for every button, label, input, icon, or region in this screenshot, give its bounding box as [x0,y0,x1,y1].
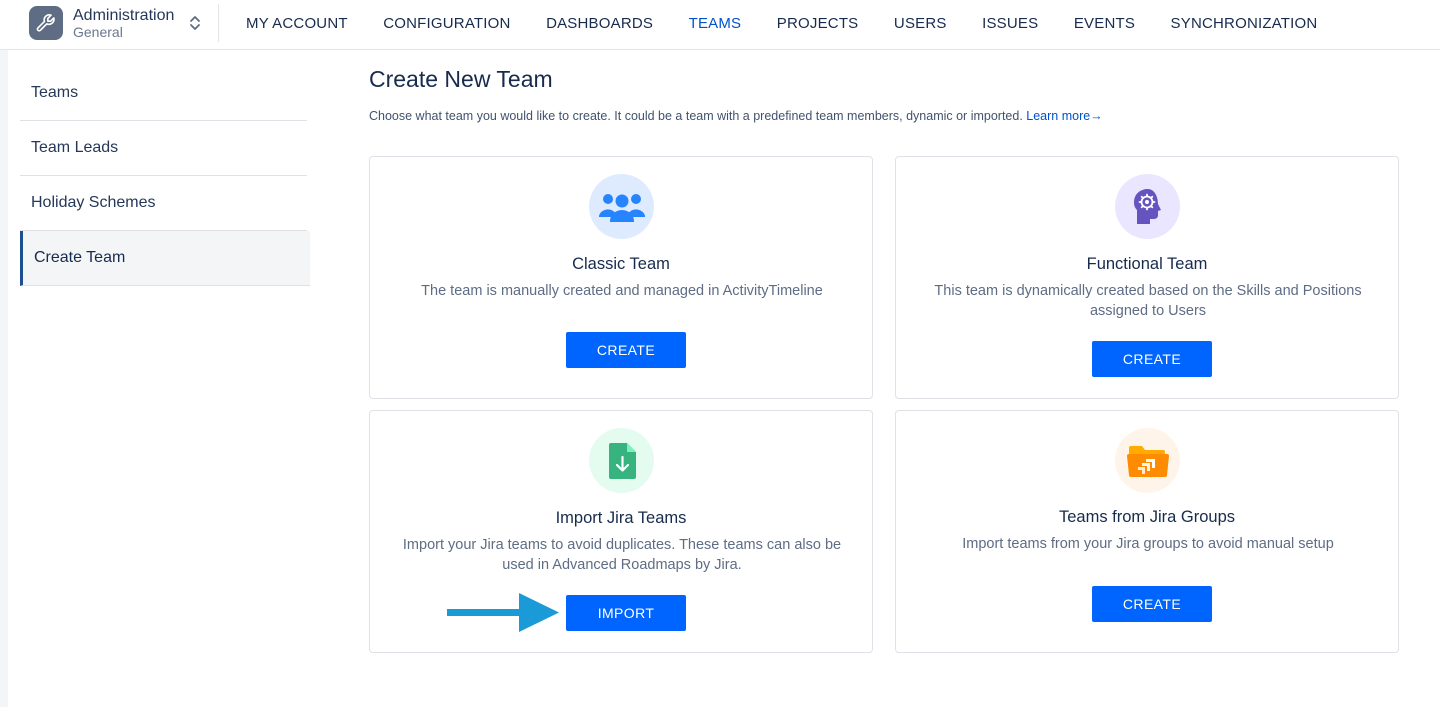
create-classic-team-button[interactable]: CREATE [566,332,686,368]
window-edge [0,0,8,707]
sidebar-item-teams[interactable]: Teams [20,66,307,121]
sidebar-item-team-leads[interactable]: Team Leads [20,121,307,176]
nav-synchronization[interactable]: SYNCHRONIZATION [1171,15,1318,32]
jira-folder-icon [1115,428,1180,493]
sidebar-item-holiday-schemes[interactable]: Holiday Schemes [20,176,307,231]
page-description-text: Choose what team you would like to creat… [369,109,1027,123]
import-jira-teams-button[interactable]: IMPORT [566,595,686,631]
arrow-right-icon [447,593,559,632]
classic-team-card: Classic Team The team is manually create… [369,156,873,399]
chevron-updown-icon[interactable] [188,13,202,33]
page-title: Create New Team [369,66,553,92]
learn-more-link[interactable]: Learn more→ [1026,109,1102,123]
wrench-icon [29,6,63,40]
teams-from-jira-groups-card: Teams from Jira Groups Import teams from… [895,410,1399,653]
functional-team-card: Functional Team This team is dynamically… [895,156,1399,399]
card-description: The team is manually created and managed… [421,283,823,299]
import-jira-teams-card: Import Jira Teams Import your Jira teams… [369,410,873,653]
nav-projects[interactable]: PROJECTS [777,15,859,32]
users-group-icon [589,174,654,239]
nav-users[interactable]: USERS [894,15,947,32]
nav-issues[interactable]: ISSUES [982,15,1038,32]
nav-events[interactable]: EVENTS [1074,15,1135,32]
card-title: Teams from Jira Groups [1058,508,1236,526]
nav-configuration[interactable]: CONFIGURATION [383,15,510,32]
create-jira-groups-team-button[interactable]: CREATE [1092,586,1212,622]
main-nav: MY ACCOUNT CONFIGURATION DASHBOARDS TEAM… [246,0,1353,46]
card-title: Import Jira Teams [555,509,687,527]
app-switcher[interactable]: Administration General [29,4,219,42]
top-navigation-bar: Administration General MY ACCOUNT CONFIG… [0,0,1440,50]
nav-teams[interactable]: TEAMS [689,15,742,32]
card-title: Functional Team [1086,255,1208,273]
sidebar-item-create-team[interactable]: Create Team [20,231,310,286]
nav-my-account[interactable]: MY ACCOUNT [246,15,348,32]
create-functional-team-button[interactable]: CREATE [1092,341,1212,377]
card-description: Import teams from your Jira groups to av… [962,536,1334,552]
app-title: Administration [73,7,175,24]
page-description: Choose what team you would like to creat… [369,109,1103,123]
file-download-icon [589,428,654,493]
card-description: This team is dynamically created based o… [934,283,1362,319]
app-subtitle: General [73,24,123,40]
nav-dashboards[interactable]: DASHBOARDS [546,15,653,32]
sidebar: Teams Team Leads Holiday Schemes Create … [20,66,310,286]
head-gear-icon [1115,174,1180,239]
card-title: Classic Team [572,255,670,273]
card-description: Import your Jira teams to avoid duplicat… [402,537,842,573]
main-header: Create New Team Choose what team you wou… [369,66,1103,123]
